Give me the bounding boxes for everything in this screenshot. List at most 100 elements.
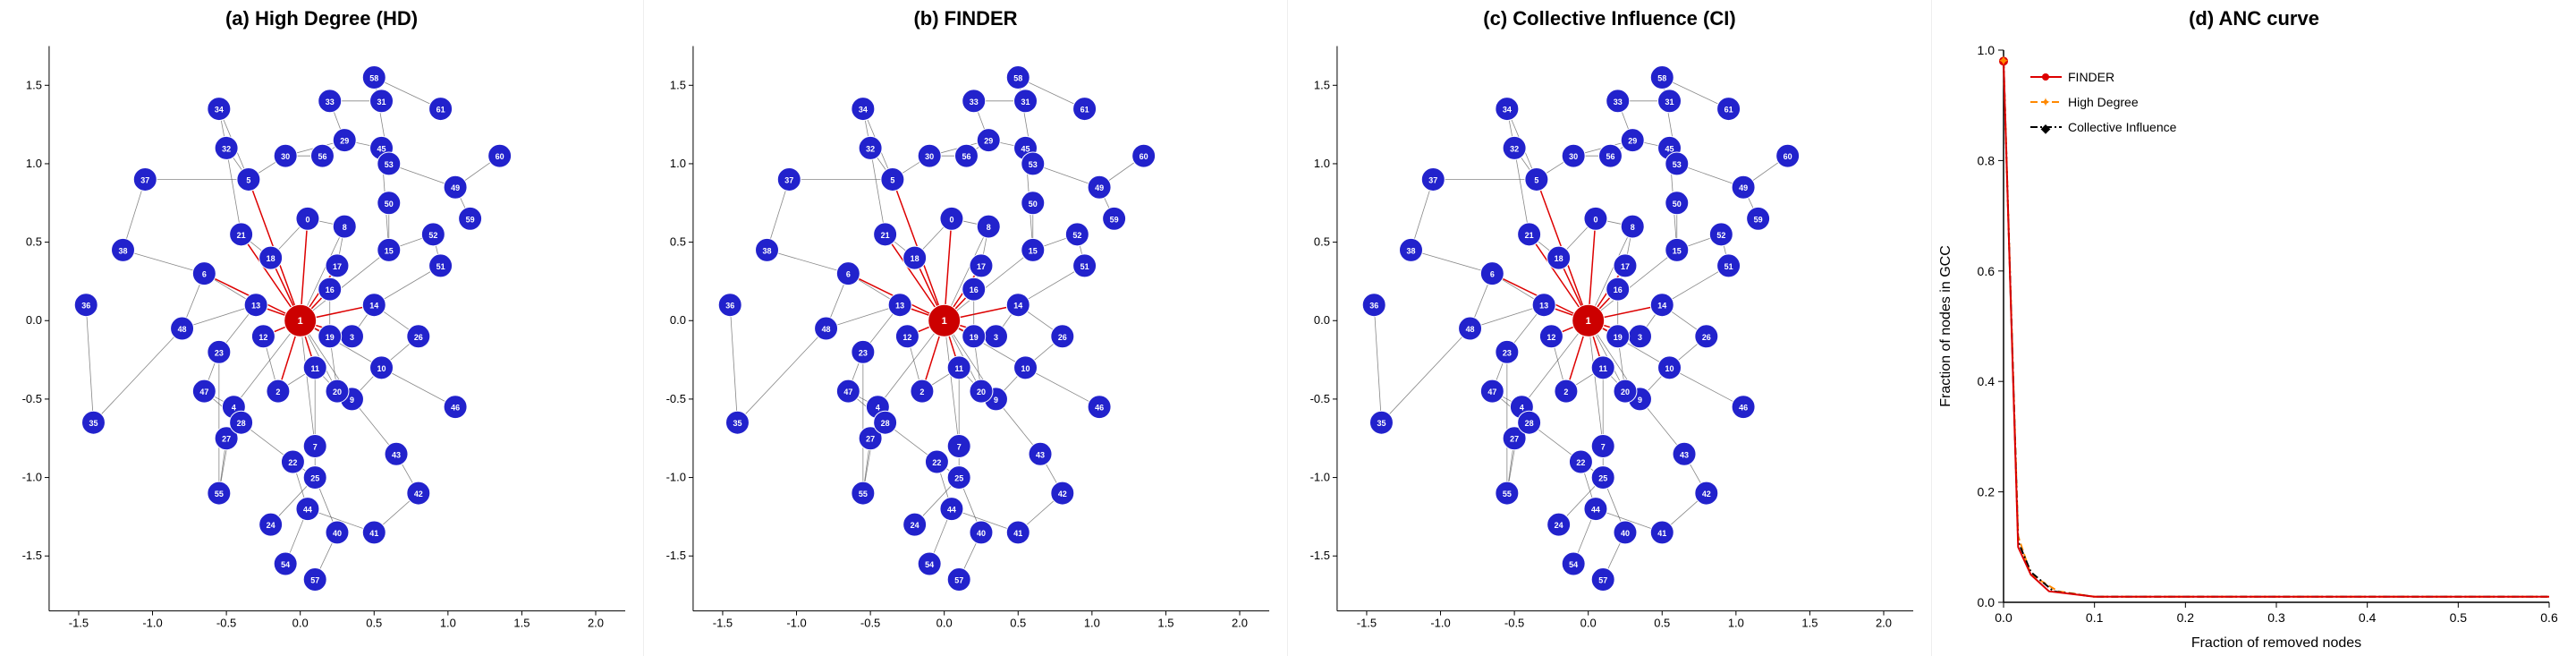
svg-text:27: 27 (866, 435, 875, 444)
svg-text:21: 21 (237, 231, 246, 240)
svg-text:7: 7 (1601, 443, 1606, 452)
svg-text:37: 37 (1428, 175, 1437, 184)
svg-text:0.4: 0.4 (2359, 610, 2377, 625)
svg-text:1.0: 1.0 (670, 157, 686, 170)
svg-text:0.5: 0.5 (670, 235, 686, 249)
svg-text:18: 18 (267, 254, 275, 263)
svg-text:0: 0 (305, 215, 309, 224)
svg-text:22: 22 (288, 458, 297, 467)
svg-text:3: 3 (350, 333, 354, 342)
svg-text:49: 49 (1739, 183, 1748, 192)
svg-text:53: 53 (1029, 160, 1038, 169)
svg-text:55: 55 (215, 490, 224, 498)
svg-text:✦: ✦ (1997, 54, 2009, 69)
svg-text:16: 16 (326, 285, 335, 294)
svg-text:23: 23 (1503, 348, 1512, 357)
svg-text:54: 54 (1569, 560, 1578, 569)
graph-a-svg: -1.5-1.0-0.50.00.51.01.52.0-1.5-1.0-0.50… (0, 32, 643, 656)
svg-text:11: 11 (1598, 364, 1606, 373)
graph-c-svg: -1.5-1.0-0.50.00.51.01.52.0-1.5-1.0-0.50… (1288, 32, 1931, 656)
panel-a: (a) High Degree (HD) -1.5-1.0-0.50.00.51… (0, 0, 644, 656)
svg-text:4: 4 (876, 404, 880, 413)
svg-text:36: 36 (725, 302, 734, 311)
svg-text:40: 40 (333, 529, 342, 538)
svg-text:60: 60 (496, 152, 504, 161)
svg-text:38: 38 (119, 246, 128, 255)
svg-text:◆: ◆ (2041, 121, 2051, 135)
svg-text:43: 43 (1680, 450, 1689, 459)
svg-text:60: 60 (1784, 152, 1792, 161)
svg-text:44: 44 (1591, 506, 1600, 515)
svg-text:50: 50 (1673, 200, 1682, 209)
svg-text:45: 45 (377, 144, 386, 153)
svg-text:-0.5: -0.5 (666, 392, 686, 405)
svg-text:10: 10 (377, 364, 386, 373)
svg-text:6: 6 (1490, 270, 1495, 279)
svg-text:5: 5 (246, 175, 250, 184)
svg-text:46: 46 (451, 404, 460, 413)
svg-text:32: 32 (1510, 144, 1519, 153)
svg-text:53: 53 (1673, 160, 1682, 169)
svg-text:34: 34 (215, 106, 224, 115)
svg-text:5: 5 (890, 175, 894, 184)
svg-text:56: 56 (318, 152, 326, 161)
svg-text:0.5: 0.5 (2450, 610, 2468, 625)
svg-text:-0.5: -0.5 (860, 617, 880, 630)
svg-text:30: 30 (925, 152, 934, 161)
svg-text:0.5: 0.5 (1010, 617, 1026, 630)
svg-text:21: 21 (1525, 231, 1534, 240)
svg-text:32: 32 (222, 144, 231, 153)
svg-text:28: 28 (1525, 419, 1534, 428)
svg-text:20: 20 (1621, 388, 1630, 396)
svg-text:27: 27 (1510, 435, 1519, 444)
svg-text:12: 12 (258, 333, 267, 342)
svg-text:0.0: 0.0 (1995, 610, 2012, 625)
svg-text:1.5: 1.5 (1314, 78, 1330, 91)
svg-text:-1.5: -1.5 (69, 617, 89, 630)
svg-text:9: 9 (350, 396, 354, 405)
svg-text:6: 6 (202, 270, 207, 279)
svg-text:41: 41 (369, 529, 378, 538)
svg-text:1: 1 (942, 316, 947, 327)
svg-text:✦: ✦ (2040, 95, 2051, 109)
svg-text:31: 31 (1021, 98, 1030, 106)
svg-text:22: 22 (1576, 458, 1585, 467)
svg-text:19: 19 (970, 333, 979, 342)
svg-text:-0.5: -0.5 (216, 617, 236, 630)
svg-text:0.8: 0.8 (1978, 153, 1996, 167)
svg-text:33: 33 (970, 98, 979, 106)
svg-text:37: 37 (784, 175, 793, 184)
svg-text:35: 35 (89, 419, 97, 428)
svg-text:16: 16 (1614, 285, 1623, 294)
svg-text:-1.0: -1.0 (666, 471, 686, 484)
svg-text:31: 31 (1665, 98, 1674, 106)
svg-text:Collective Influence: Collective Influence (2068, 120, 2177, 134)
svg-text:25: 25 (310, 474, 319, 483)
svg-text:1.0: 1.0 (1314, 157, 1330, 170)
svg-text:35: 35 (733, 419, 741, 428)
panel-b-title: (b) FINDER (644, 0, 1287, 30)
svg-text:-1.0: -1.0 (142, 617, 162, 630)
svg-text:1: 1 (298, 316, 303, 327)
svg-text:0.0: 0.0 (1580, 617, 1597, 630)
svg-text:34: 34 (1503, 106, 1512, 115)
svg-text:18: 18 (1555, 254, 1563, 263)
svg-text:0.0: 0.0 (1314, 313, 1330, 327)
panel-a-title: (a) High Degree (HD) (0, 0, 643, 30)
svg-text:47: 47 (843, 388, 852, 396)
svg-text:10: 10 (1665, 364, 1674, 373)
svg-text:0.5: 0.5 (1654, 617, 1670, 630)
svg-text:13: 13 (251, 302, 260, 311)
svg-text:0.0: 0.0 (292, 617, 309, 630)
svg-text:52: 52 (428, 231, 437, 240)
svg-text:42: 42 (1058, 490, 1067, 498)
svg-text:1.5: 1.5 (1801, 617, 1818, 630)
svg-text:-1.0: -1.0 (1430, 617, 1450, 630)
svg-text:8: 8 (343, 223, 347, 232)
svg-text:34: 34 (859, 106, 868, 115)
svg-text:1.0: 1.0 (1084, 617, 1100, 630)
svg-text:17: 17 (977, 262, 986, 271)
svg-text:20: 20 (333, 388, 342, 396)
svg-text:36: 36 (81, 302, 90, 311)
svg-text:15: 15 (385, 246, 394, 255)
